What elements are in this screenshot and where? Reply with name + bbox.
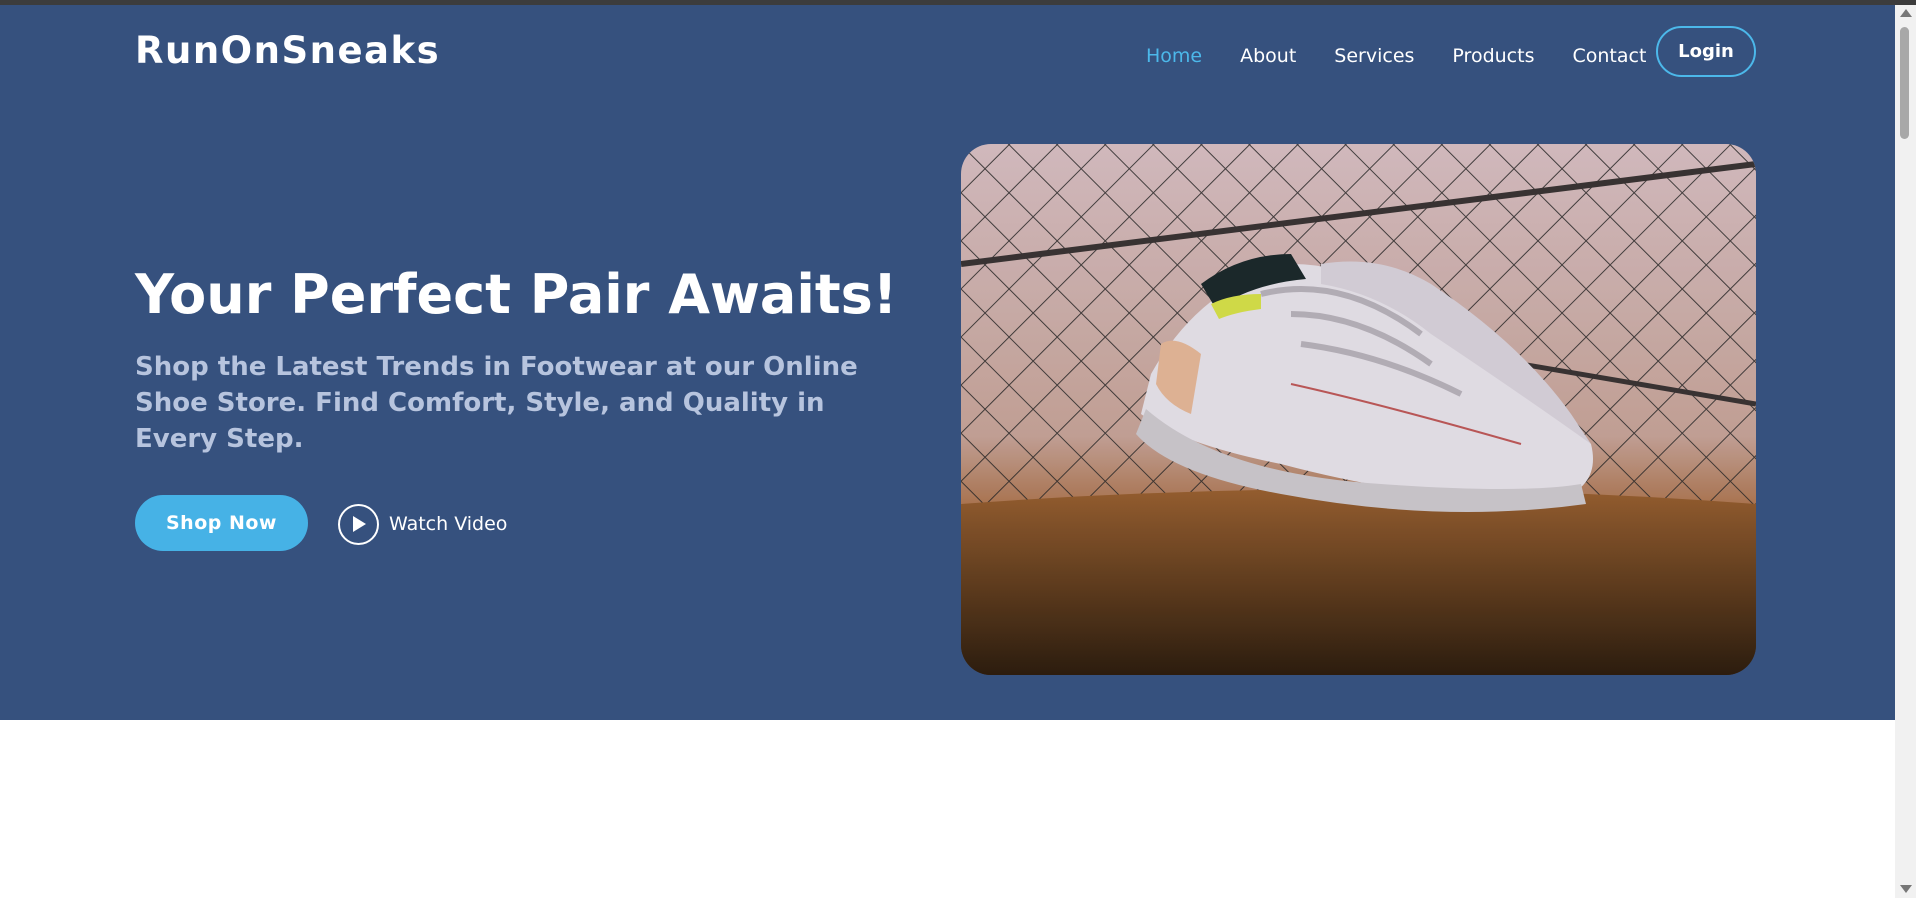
scroll-up-icon[interactable] xyxy=(1900,9,1912,17)
sneaker-photo xyxy=(961,144,1756,675)
login-button[interactable]: Login xyxy=(1656,26,1756,77)
main-nav: Home About Services Products Contact xyxy=(1146,31,1684,81)
hero-headline: Your Perfect Pair Awaits! xyxy=(135,263,898,326)
page-scrollbar[interactable] xyxy=(1895,5,1916,898)
nav-home[interactable]: Home xyxy=(1146,45,1202,67)
nav-products[interactable]: Products xyxy=(1452,45,1534,67)
hero-section: RunOnSneaks Home About Services Products… xyxy=(0,5,1895,720)
play-icon xyxy=(338,503,379,545)
nav-about[interactable]: About xyxy=(1240,45,1296,67)
scroll-down-icon[interactable] xyxy=(1900,885,1912,893)
watch-video-button[interactable]: Watch Video xyxy=(338,502,507,546)
nav-contact[interactable]: Contact xyxy=(1572,45,1646,67)
watch-video-label: Watch Video xyxy=(389,513,508,535)
scroll-thumb[interactable] xyxy=(1900,27,1909,139)
shop-now-button[interactable]: Shop Now xyxy=(135,495,308,551)
nav-services[interactable]: Services xyxy=(1334,45,1414,67)
brand-logo[interactable]: RunOnSneaks xyxy=(135,29,440,72)
hero-subhead: Shop the Latest Trends in Footwear at ou… xyxy=(135,352,858,454)
